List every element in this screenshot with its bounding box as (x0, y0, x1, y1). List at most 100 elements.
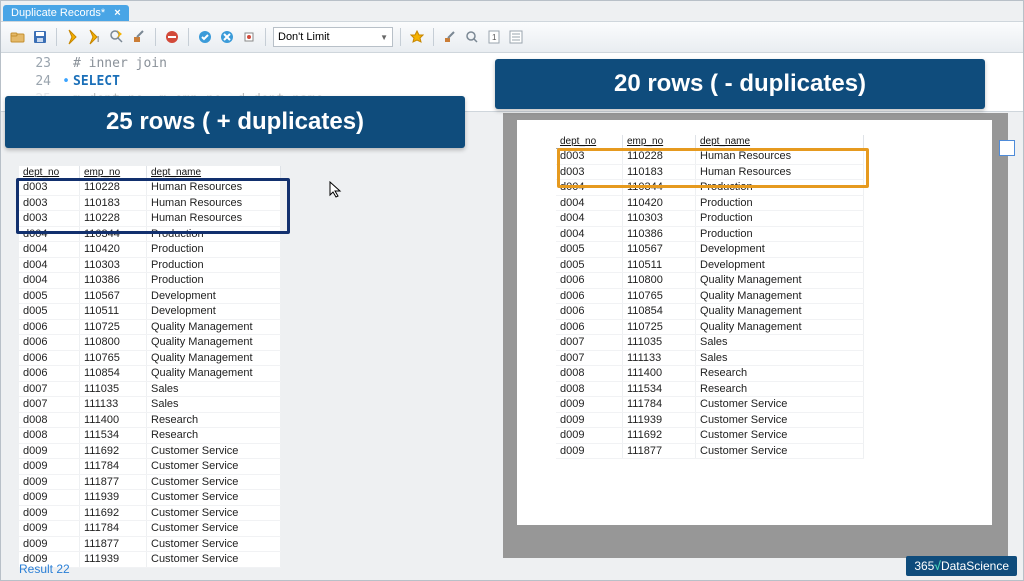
result-grid-left[interactable]: dept_no emp_no dept_name d003110228Human… (19, 166, 281, 568)
cell-dept_no: d009 (19, 475, 80, 490)
cell-emp_no: 111784 (80, 521, 147, 536)
table-row[interactable]: d009111784Customer Service (19, 459, 281, 475)
form-icon[interactable] (507, 28, 525, 46)
table-row[interactable]: d003110228Human Resources (556, 149, 864, 165)
brush-icon[interactable] (441, 28, 459, 46)
rollback-icon[interactable] (218, 28, 236, 46)
cell-dept_no: d008 (556, 382, 623, 397)
table-row[interactable]: d006110765Quality Management (556, 289, 864, 305)
table-row[interactable]: d007111035Sales (19, 382, 281, 398)
cell-dept_no: d009 (19, 490, 80, 505)
table-row[interactable]: d004110420Production (556, 196, 864, 212)
cell-dept_name: Human Resources (147, 180, 281, 195)
table-row[interactable]: d006110725Quality Management (556, 320, 864, 336)
cell-emp_no: 111400 (623, 366, 696, 381)
cell-dept_name: Customer Service (696, 444, 864, 459)
open-icon[interactable] (9, 28, 27, 46)
cell-dept_name: Sales (147, 382, 281, 397)
cell-emp_no: 111400 (80, 413, 147, 428)
table-row[interactable]: d009111692Customer Service (19, 506, 281, 522)
table-row[interactable]: d009111784Customer Service (19, 521, 281, 537)
cell-dept_no: d008 (19, 428, 80, 443)
table-row[interactable]: d009111877Customer Service (556, 444, 864, 460)
table-row[interactable]: d004110386Production (19, 273, 281, 289)
table-row[interactable]: d006110854Quality Management (556, 304, 864, 320)
tab-duplicate-records[interactable]: Duplicate Records* × (3, 5, 129, 21)
result-grid-right[interactable]: dept_no emp_no dept_name d003110228Human… (556, 135, 864, 459)
table-row[interactable]: d004110386Production (556, 227, 864, 243)
table-row[interactable]: d008111400Research (19, 413, 281, 429)
magnify-icon[interactable] (108, 28, 126, 46)
table-row[interactable]: d003110183Human Resources (19, 196, 281, 212)
save-icon[interactable] (31, 28, 49, 46)
cell-emp_no: 110725 (623, 320, 696, 335)
table-row[interactable]: d005110567Development (19, 289, 281, 305)
execute-icon[interactable] (64, 28, 82, 46)
table-row[interactable]: d005110511Development (19, 304, 281, 320)
format-icon[interactable] (130, 28, 148, 46)
table-row[interactable]: d004110303Production (556, 211, 864, 227)
table-row[interactable]: d006110800Quality Management (19, 335, 281, 351)
cancel-query-icon[interactable] (163, 28, 181, 46)
cell-emp_no: 111877 (623, 444, 696, 459)
table-row[interactable]: d009111692Customer Service (19, 444, 281, 460)
table-row[interactable]: d007111133Sales (556, 351, 864, 367)
table-row[interactable]: d003110183Human Resources (556, 165, 864, 181)
execute-step-icon[interactable]: I (86, 28, 104, 46)
col-dept-no[interactable]: dept_no (556, 135, 623, 148)
brand-365: 365 (914, 559, 934, 573)
favorite-icon[interactable] (408, 28, 426, 46)
cell-emp_no: 111133 (80, 397, 147, 412)
cell-dept_name: Research (696, 366, 864, 381)
table-row[interactable]: d008111534Research (19, 428, 281, 444)
cell-dept_no: d009 (556, 428, 623, 443)
table-row[interactable]: d005110567Development (556, 242, 864, 258)
search-icon[interactable] (463, 28, 481, 46)
cell-emp_no: 111035 (80, 382, 147, 397)
table-row[interactable]: d005110511Development (556, 258, 864, 274)
table-row[interactable]: d009111939Customer Service (556, 413, 864, 429)
cell-dept_no: d003 (19, 196, 80, 211)
col-emp-no[interactable]: emp_no (623, 135, 696, 148)
col-dept-no[interactable]: dept_no (19, 166, 80, 179)
table-row[interactable]: d009111877Customer Service (19, 475, 281, 491)
table-row[interactable]: d009111939Customer Service (19, 490, 281, 506)
table-row[interactable]: d004110344Production (19, 227, 281, 243)
cell-dept_no: d006 (556, 289, 623, 304)
cell-emp_no: 110854 (80, 366, 147, 381)
brand-badge: 365√DataScience (906, 556, 1017, 576)
record-icon[interactable] (240, 28, 258, 46)
table-row[interactable]: d003110228Human Resources (19, 211, 281, 227)
table-row[interactable]: d003110228Human Resources (19, 180, 281, 196)
table-row[interactable]: d004110420Production (19, 242, 281, 258)
table-row[interactable]: d004110303Production (19, 258, 281, 274)
limit-dropdown[interactable]: Don't Limit ▼ (273, 27, 393, 47)
table-row[interactable]: d006110765Quality Management (19, 351, 281, 367)
cell-dept_name: Research (696, 382, 864, 397)
table-row[interactable]: d006110725Quality Management (19, 320, 281, 336)
col-emp-no[interactable]: emp_no (80, 166, 147, 179)
cell-emp_no: 110765 (80, 351, 147, 366)
cell-dept_no: d006 (19, 366, 80, 381)
cell-emp_no: 110344 (623, 180, 696, 195)
table-row[interactable]: d009111692Customer Service (556, 428, 864, 444)
table-row[interactable]: d004110344Production (556, 180, 864, 196)
table-row[interactable]: d006110800Quality Management (556, 273, 864, 289)
table-row[interactable]: d008111400Research (556, 366, 864, 382)
table-row[interactable]: d006110854Quality Management (19, 366, 281, 382)
commit-icon[interactable] (196, 28, 214, 46)
close-icon[interactable]: × (114, 7, 120, 19)
cell-emp_no: 110511 (623, 258, 696, 273)
table-row[interactable]: d007111133Sales (19, 397, 281, 413)
table-row[interactable]: d009111877Customer Service (19, 537, 281, 553)
result-tab[interactable]: Result 22 (19, 562, 70, 576)
col-dept-name[interactable]: dept_name (696, 135, 864, 148)
cell-dept_name: Production (696, 180, 864, 195)
cell-dept_name: Production (147, 258, 281, 273)
table-row[interactable]: d007111035Sales (556, 335, 864, 351)
scroll-chip-icon[interactable] (999, 140, 1015, 156)
table-row[interactable]: d009111784Customer Service (556, 397, 864, 413)
page-icon[interactable]: 1 (485, 28, 503, 46)
col-dept-name[interactable]: dept_name (147, 166, 281, 179)
table-row[interactable]: d008111534Research (556, 382, 864, 398)
